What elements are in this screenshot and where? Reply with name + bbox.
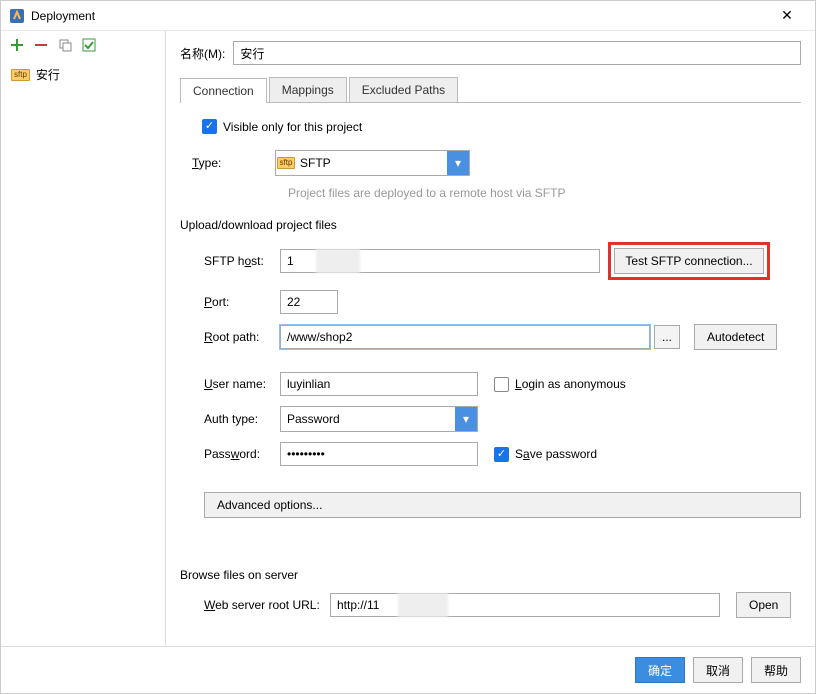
root-path-label: Root path: xyxy=(180,330,280,344)
ok-button[interactable]: 确定 xyxy=(635,657,685,683)
tab-excluded-paths[interactable]: Excluded Paths xyxy=(349,77,458,102)
sftp-icon: sftp xyxy=(277,157,296,169)
auth-type-dropdown[interactable]: Password ▾ xyxy=(280,406,478,432)
login-anonymous-label: Login as anonymous xyxy=(515,377,626,391)
web-server-url-input[interactable] xyxy=(330,593,720,617)
advanced-options-button[interactable]: Advanced options... xyxy=(204,492,801,518)
password-input[interactable] xyxy=(280,442,478,466)
tab-mappings[interactable]: Mappings xyxy=(269,77,347,102)
browse-group-label: Browse files on server xyxy=(180,568,801,582)
login-anonymous-checkbox[interactable] xyxy=(494,377,509,392)
host-label: SFTP host: xyxy=(180,254,280,268)
root-path-input[interactable] xyxy=(280,325,650,349)
browse-root-path-button[interactable]: ... xyxy=(654,325,680,349)
name-label: 名称(M): xyxy=(180,45,225,62)
add-icon[interactable] xyxy=(9,37,25,53)
port-input[interactable] xyxy=(280,290,338,314)
sidebar-toolbar xyxy=(1,31,165,59)
type-value: SFTP xyxy=(296,156,447,170)
type-hint: Project files are deployed to a remote h… xyxy=(288,186,801,200)
open-button[interactable]: Open xyxy=(736,592,791,618)
app-icon xyxy=(9,8,25,24)
test-connection-highlight: Test SFTP connection... xyxy=(608,242,770,280)
test-sftp-connection-button[interactable]: Test SFTP connection... xyxy=(614,248,764,274)
main-panel: 名称(M): Connection Mappings Excluded Path… xyxy=(166,31,815,646)
server-item-label: 安行 xyxy=(36,66,60,83)
titlebar: Deployment ✕ xyxy=(1,1,815,31)
name-input[interactable] xyxy=(233,41,801,65)
type-dropdown[interactable]: sftp SFTP ▾ xyxy=(275,150,470,176)
tabs: Connection Mappings Excluded Paths xyxy=(180,77,801,103)
save-password-checkbox[interactable] xyxy=(494,447,509,462)
close-button[interactable]: ✕ xyxy=(767,7,807,24)
sftp-icon: sftp xyxy=(11,69,30,81)
visible-only-checkbox[interactable] xyxy=(202,119,217,134)
username-input[interactable] xyxy=(280,372,478,396)
web-url-label: Web server root URL: xyxy=(180,598,330,612)
deployment-dialog: Deployment ✕ sftp 安行 名称(M): xyxy=(0,0,816,694)
tab-connection[interactable]: Connection xyxy=(180,78,267,103)
visible-only-label: Visible only for this project xyxy=(223,120,362,134)
username-label: User name: xyxy=(180,377,280,391)
auth-type-label: Auth type: xyxy=(180,412,280,426)
remove-icon[interactable] xyxy=(33,37,49,53)
auth-type-value: Password xyxy=(281,412,455,426)
cancel-button[interactable]: 取消 xyxy=(693,657,743,683)
server-list-item[interactable]: sftp 安行 xyxy=(1,63,165,86)
help-button[interactable]: 帮助 xyxy=(751,657,801,683)
type-label: Type: xyxy=(180,156,275,170)
chevron-down-icon[interactable]: ▾ xyxy=(455,407,477,431)
server-list: sftp 安行 xyxy=(1,59,165,646)
dialog-footer: 确定 取消 帮助 xyxy=(1,646,815,693)
save-password-label: Save password xyxy=(515,447,597,461)
sidebar: sftp 安行 xyxy=(1,31,166,646)
copy-icon[interactable] xyxy=(57,37,73,53)
chevron-down-icon[interactable]: ▾ xyxy=(447,151,469,175)
sftp-host-input[interactable] xyxy=(280,249,600,273)
password-label: Password: xyxy=(180,447,280,461)
port-label: Port: xyxy=(180,295,280,309)
check-icon[interactable] xyxy=(81,37,97,53)
upload-group-label: Upload/download project files xyxy=(180,218,801,232)
autodetect-button[interactable]: Autodetect xyxy=(694,324,777,350)
window-title: Deployment xyxy=(31,9,767,23)
